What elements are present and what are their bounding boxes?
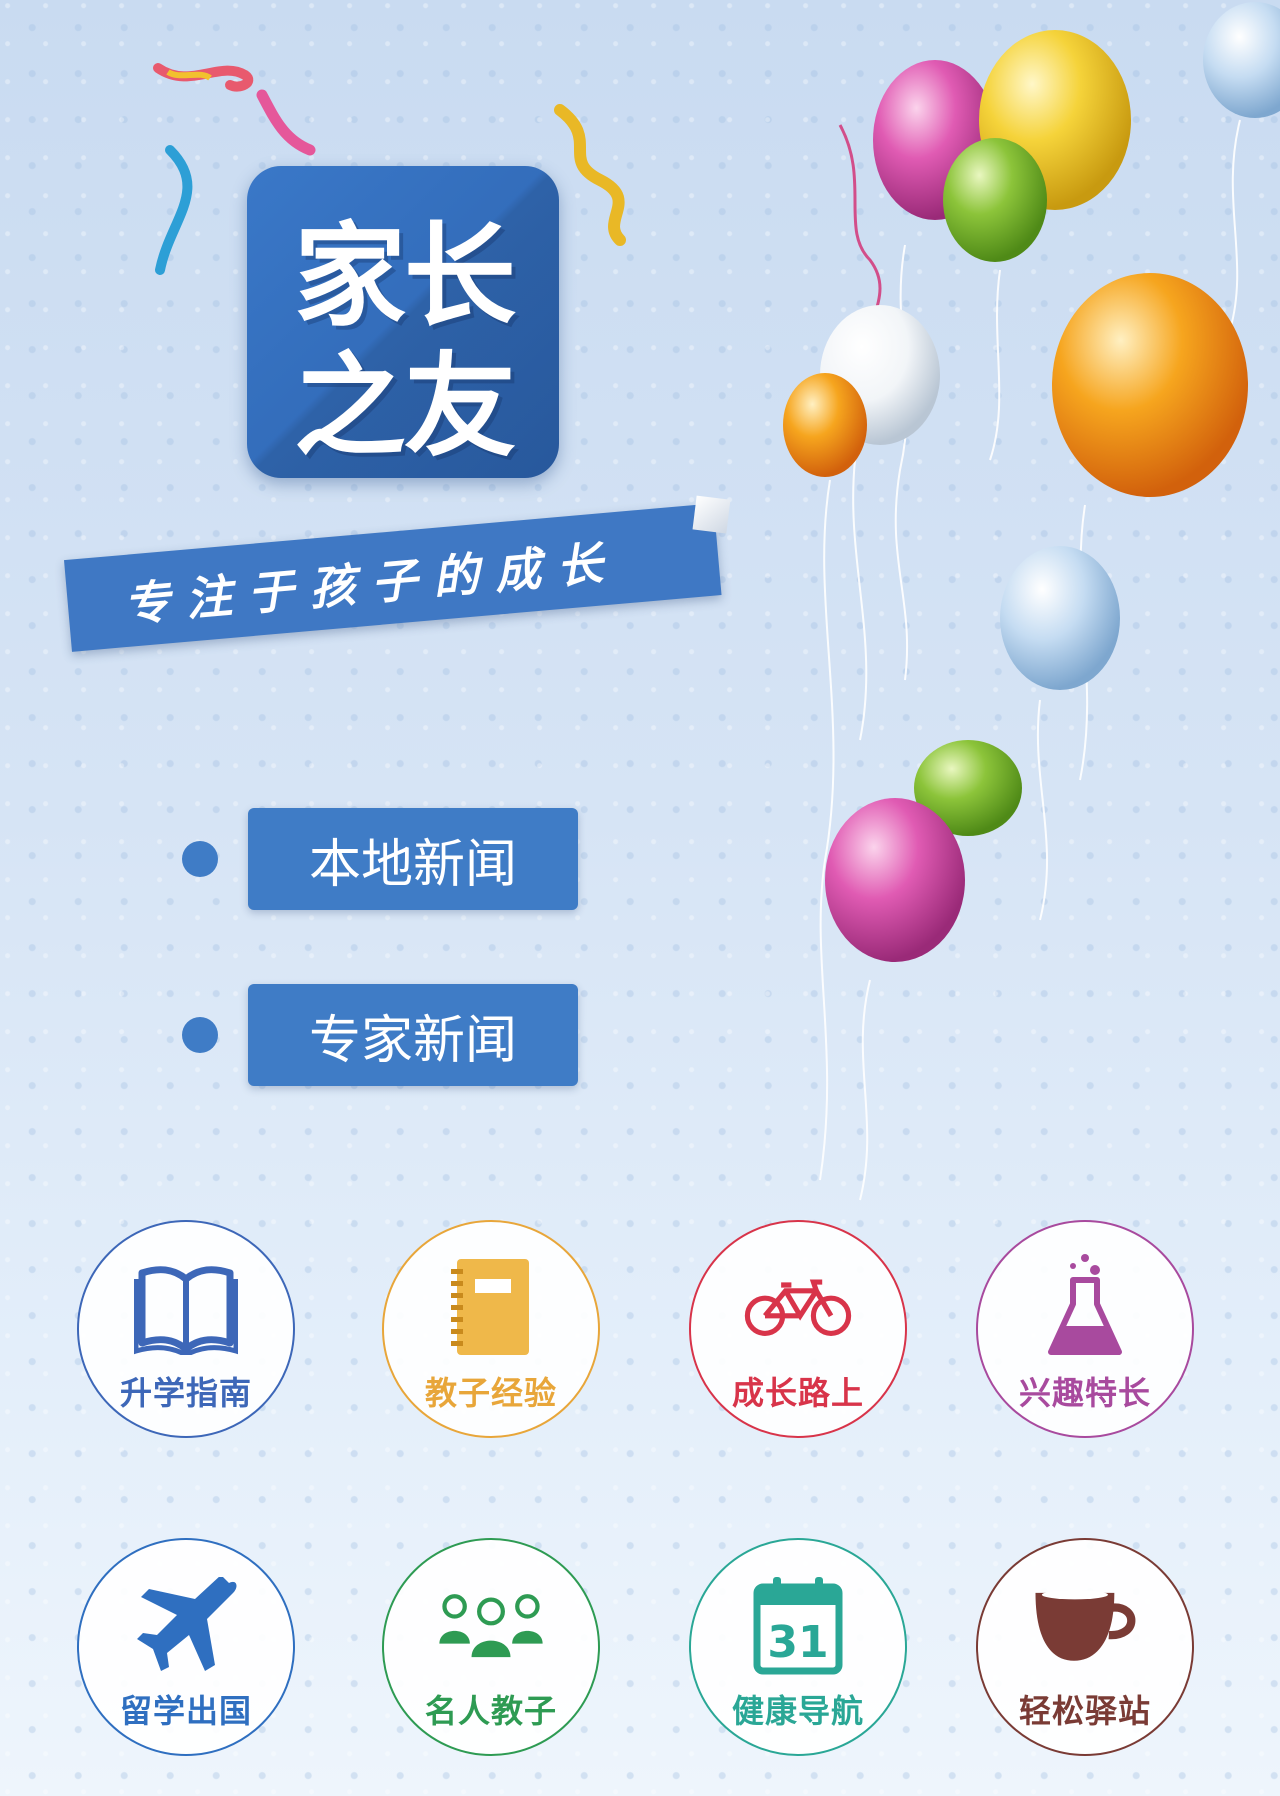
- category-tile-growth-path[interactable]: 成长路上: [689, 1220, 907, 1438]
- news-item-local: 本地新闻: [182, 808, 578, 910]
- category-tile-hobbies[interactable]: 兴趣特长: [976, 1220, 1194, 1438]
- tile-label: 升学指南: [119, 1374, 252, 1412]
- tile-label: 兴趣特长: [1018, 1374, 1151, 1412]
- tile-label: 名人教子: [424, 1692, 557, 1730]
- bullet-dot: [182, 1017, 218, 1053]
- expert-news-button[interactable]: 专家新闻: [248, 984, 578, 1086]
- balloon: [1000, 546, 1120, 690]
- news-item-expert: 专家新闻: [182, 984, 578, 1086]
- tile-label: 成长路上: [731, 1374, 864, 1412]
- bullet-dot: [182, 841, 218, 877]
- balloon: [943, 138, 1047, 262]
- tile-label: 教子经验: [424, 1374, 557, 1412]
- balloon: [1203, 2, 1280, 118]
- category-tile-celebrity-parenting[interactable]: 名人教子: [382, 1538, 600, 1756]
- confetti-streamer: [153, 63, 254, 92]
- balloon: [825, 798, 965, 962]
- slogan-ribbon: 专注于孩子的成长: [63, 495, 731, 652]
- coffee-cup-icon: [1030, 1570, 1140, 1680]
- people-group-icon: [436, 1570, 546, 1680]
- confetti-streamer: [155, 145, 193, 275]
- confetti-streamer: [256, 89, 316, 156]
- balloon: [820, 305, 940, 445]
- balloon: [914, 740, 1022, 836]
- app-logo: 家长 之友: [247, 166, 559, 478]
- category-tile-health-guide[interactable]: 31 健康导航: [689, 1538, 907, 1756]
- tile-label: 留学出国: [119, 1692, 252, 1730]
- calendar-icon: 31: [743, 1570, 853, 1680]
- category-tile-admission-guide[interactable]: 升学指南: [77, 1220, 295, 1438]
- calendar-number: 31: [767, 1617, 828, 1668]
- open-book-icon: [131, 1252, 241, 1362]
- category-tile-relax-station[interactable]: 轻松驿站: [976, 1538, 1194, 1756]
- logo-text-line2: 之友: [294, 342, 516, 472]
- balloon: [873, 60, 997, 220]
- flask-icon: [1030, 1252, 1140, 1362]
- ribbon-fold: [692, 495, 731, 534]
- app-screen: 家长 之友 专注于孩子的成长 本地新闻 专家新闻 升学指南 教子经验 成长路上 …: [0, 0, 1280, 1796]
- balloon: [783, 373, 867, 477]
- balloon: [979, 30, 1131, 210]
- bicycle-icon: [743, 1252, 853, 1362]
- confetti-streamer: [166, 69, 212, 81]
- airplane-icon: [131, 1570, 241, 1680]
- confetti-streamer: [554, 104, 626, 246]
- category-tile-study-abroad[interactable]: 留学出国: [77, 1538, 295, 1756]
- tile-label: 健康导航: [731, 1692, 864, 1730]
- category-tile-parenting-experience[interactable]: 教子经验: [382, 1220, 600, 1438]
- slogan-text: 专注于孩子的成长: [121, 534, 621, 633]
- balloon: [1052, 273, 1248, 497]
- local-news-button[interactable]: 本地新闻: [248, 808, 578, 910]
- notebook-icon: [436, 1252, 546, 1362]
- tile-label: 轻松驿站: [1018, 1692, 1151, 1730]
